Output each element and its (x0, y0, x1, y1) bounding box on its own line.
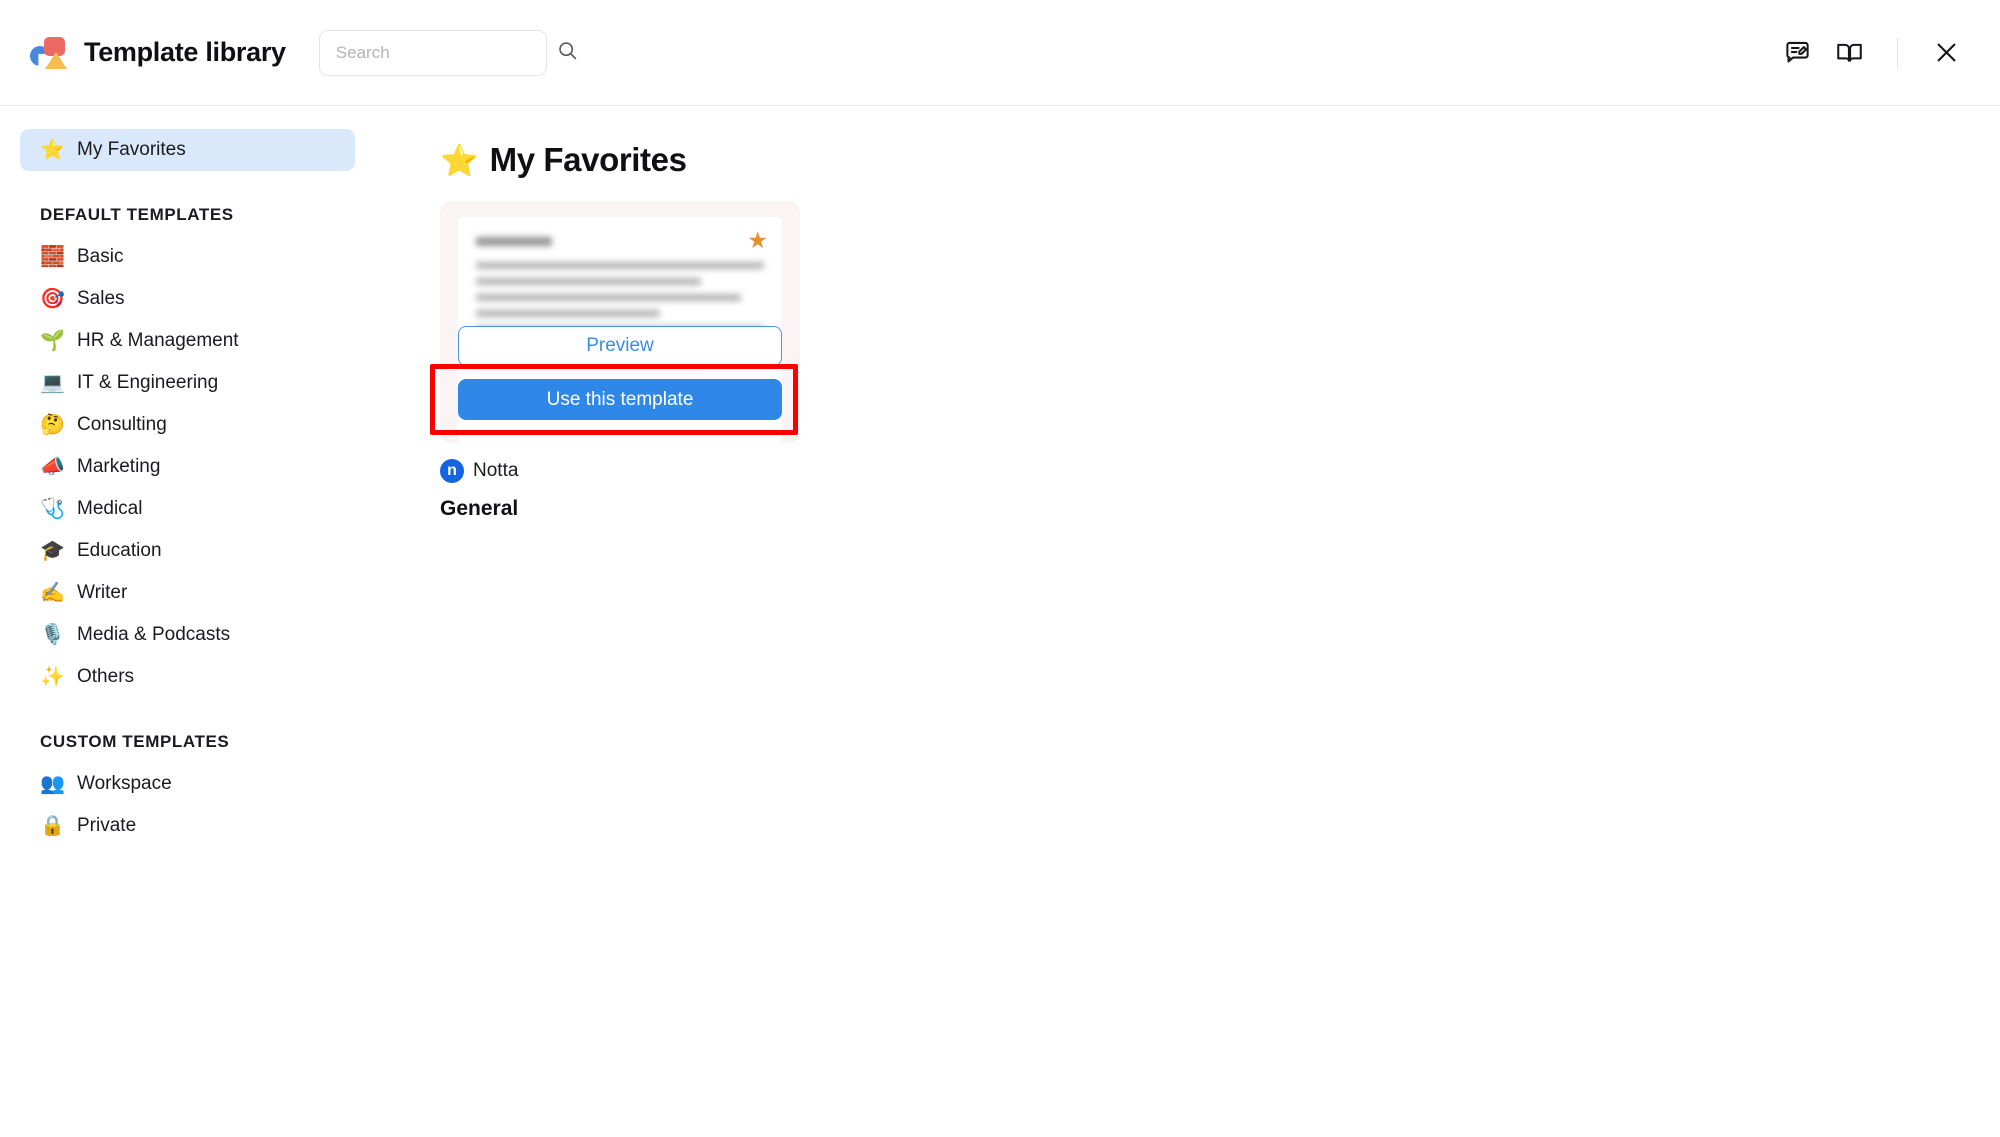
feedback-icon[interactable] (1771, 27, 1823, 79)
microphone-icon: 🎙️ (40, 624, 65, 646)
sidebar-item-media-podcasts[interactable]: 🎙️ Media & Podcasts (20, 614, 355, 656)
preview-text-line (476, 294, 741, 301)
sidebar-item-label: Consulting (77, 414, 167, 435)
seedling-icon: 🌱 (40, 330, 65, 352)
sidebar-item-label: Others (77, 666, 135, 687)
sidebar-item-marketing[interactable]: 📣 Marketing (20, 446, 355, 488)
sidebar-item-label: Medical (77, 498, 143, 519)
sidebar-section-custom-templates-title: CUSTOM TEMPLATES (40, 732, 230, 751)
preview-text-line (476, 310, 661, 317)
sidebar-item-label: My Favorites (77, 139, 186, 160)
search-icon[interactable] (557, 40, 578, 66)
template-author-name: Notta (473, 460, 519, 481)
writing-hand-icon: ✍️ (40, 582, 65, 604)
brand: Template library (30, 35, 286, 71)
sidebar-item-education[interactable]: 🎓 Education (20, 530, 355, 572)
page-title: ⭐ My Favorites (440, 141, 2000, 179)
sparkles-icon: ✨ (40, 666, 65, 688)
template-card-meta: n Notta General (440, 459, 800, 521)
sidebar-item-writer[interactable]: ✍️ Writer (20, 572, 355, 614)
sidebar-item-it-engineering[interactable]: 💻 IT & Engineering (20, 362, 355, 404)
sidebar-item-label: Workspace (77, 773, 172, 794)
star-icon: ⭐ (40, 139, 65, 161)
sidebar-section-custom-templates: 👥 Workspace 🔒 Private (0, 763, 375, 847)
sidebar-item-label: Marketing (77, 456, 161, 477)
sidebar-section-default-templates-title: DEFAULT TEMPLATES (40, 205, 234, 224)
notta-avatar-icon: n (440, 459, 464, 483)
page-title-text: My Favorites (489, 141, 687, 178)
template-author: n Notta (440, 459, 800, 483)
preview-heading-placeholder (476, 237, 552, 246)
template-card[interactable]: ★ Preview Use this template (440, 201, 800, 443)
people-icon: 👥 (40, 773, 65, 795)
laptop-icon: 💻 (40, 372, 65, 394)
logo-triangle-shape (45, 51, 67, 69)
sidebar-item-label: Private (77, 815, 137, 836)
sidebar-item-label: Writer (77, 582, 128, 603)
thinking-face-icon: 🤔 (40, 414, 65, 436)
sidebar-item-label: Basic (77, 246, 124, 267)
header-divider (1897, 37, 1898, 68)
close-icon[interactable] (1920, 27, 1972, 79)
sidebar-item-medical[interactable]: 🩺 Medical (20, 488, 355, 530)
star-icon: ⭐ (440, 142, 479, 178)
sidebar-item-my-favorites[interactable]: ⭐ My Favorites (20, 129, 355, 171)
target-icon: 🎯 (40, 288, 65, 310)
stethoscope-icon: 🩺 (40, 498, 65, 520)
favorite-star-icon[interactable]: ★ (747, 229, 768, 252)
sidebar: ⭐ My Favorites DEFAULT TEMPLATES 🧱 Basic… (0, 107, 375, 1137)
notta-template-logo-icon (30, 35, 70, 71)
sidebar-item-label: HR & Management (77, 330, 239, 351)
sidebar-item-label: Media & Podcasts (77, 624, 231, 645)
sidebar-section-default-templates: 🧱 Basic 🎯 Sales 🌱 HR & Management 💻 IT &… (0, 236, 375, 698)
app-title: Template library (84, 37, 286, 67)
sidebar-item-workspace[interactable]: 👥 Workspace (20, 763, 355, 805)
preview-text-line (476, 278, 701, 285)
preview-text-line (476, 262, 764, 269)
graduation-cap-icon: 🎓 (40, 540, 65, 562)
book-icon[interactable] (1823, 27, 1875, 79)
app-header: Template library (0, 0, 2000, 106)
sidebar-item-label: Sales (77, 288, 125, 309)
template-category: General (440, 497, 519, 520)
sidebar-item-private[interactable]: 🔒 Private (20, 805, 355, 847)
sidebar-item-hr-management[interactable]: 🌱 HR & Management (20, 320, 355, 362)
sidebar-item-sales[interactable]: 🎯 Sales (20, 278, 355, 320)
use-this-template-button[interactable]: Use this template (458, 379, 782, 420)
sidebar-item-label: Education (77, 540, 162, 561)
megaphone-icon: 📣 (40, 456, 65, 478)
lock-icon: 🔒 (40, 815, 65, 837)
search-box[interactable] (318, 29, 576, 76)
search-input[interactable] (335, 42, 557, 63)
brick-icon: 🧱 (40, 246, 65, 268)
sidebar-item-others[interactable]: ✨ Others (20, 656, 355, 698)
main-content: ⭐ My Favorites ★ Preview Use this templa… (375, 107, 2000, 1137)
sidebar-item-basic[interactable]: 🧱 Basic (20, 236, 355, 278)
sidebar-item-consulting[interactable]: 🤔 Consulting (20, 404, 355, 446)
template-card-wrapper: ★ Preview Use this template n Notta Gene… (430, 201, 800, 521)
preview-button[interactable]: Preview (458, 326, 782, 366)
header-actions (1771, 27, 1972, 79)
sidebar-item-label: IT & Engineering (77, 372, 219, 393)
